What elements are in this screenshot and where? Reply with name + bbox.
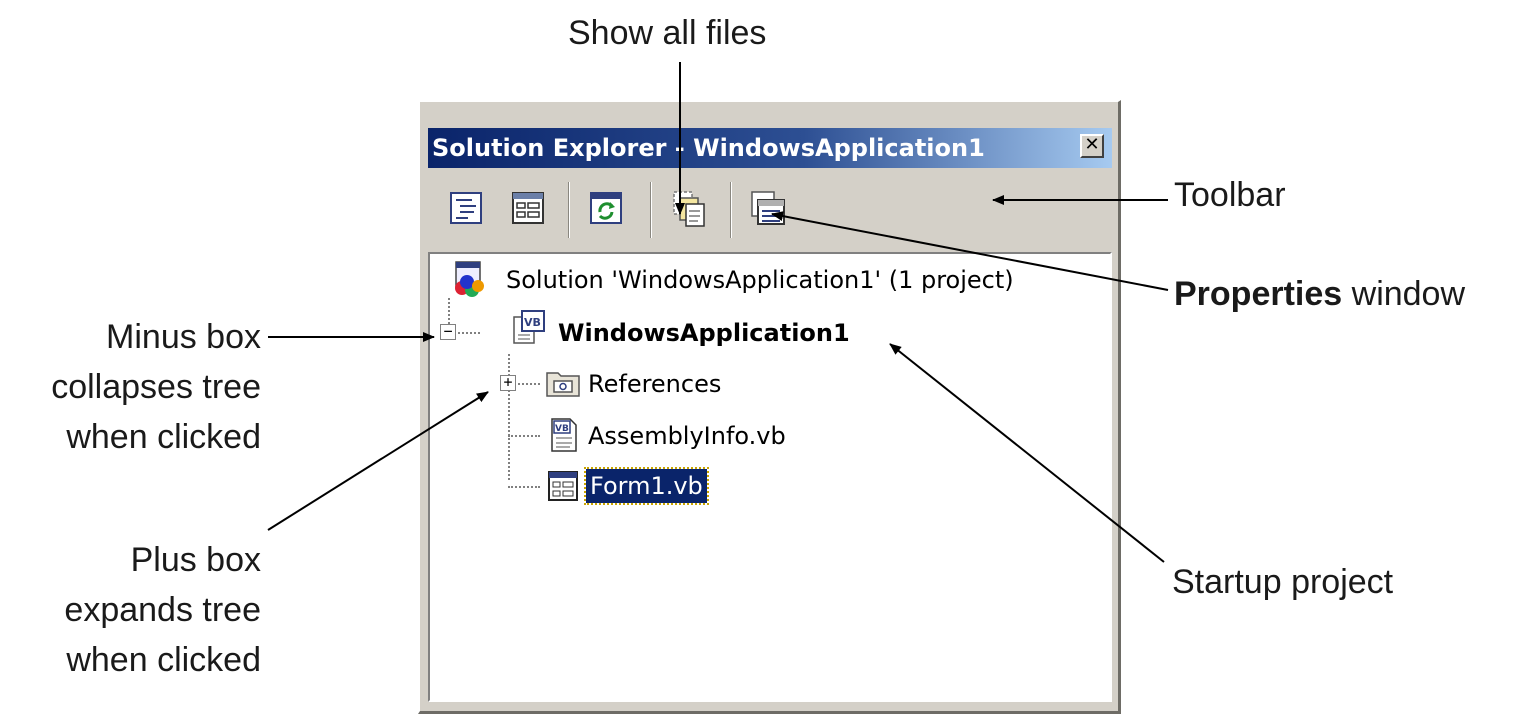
arrow-properties-window — [771, 211, 1169, 291]
arrow-plus-box — [267, 391, 489, 531]
arrow-startup-project — [889, 343, 1165, 563]
callout-arrows — [267, 62, 1169, 563]
